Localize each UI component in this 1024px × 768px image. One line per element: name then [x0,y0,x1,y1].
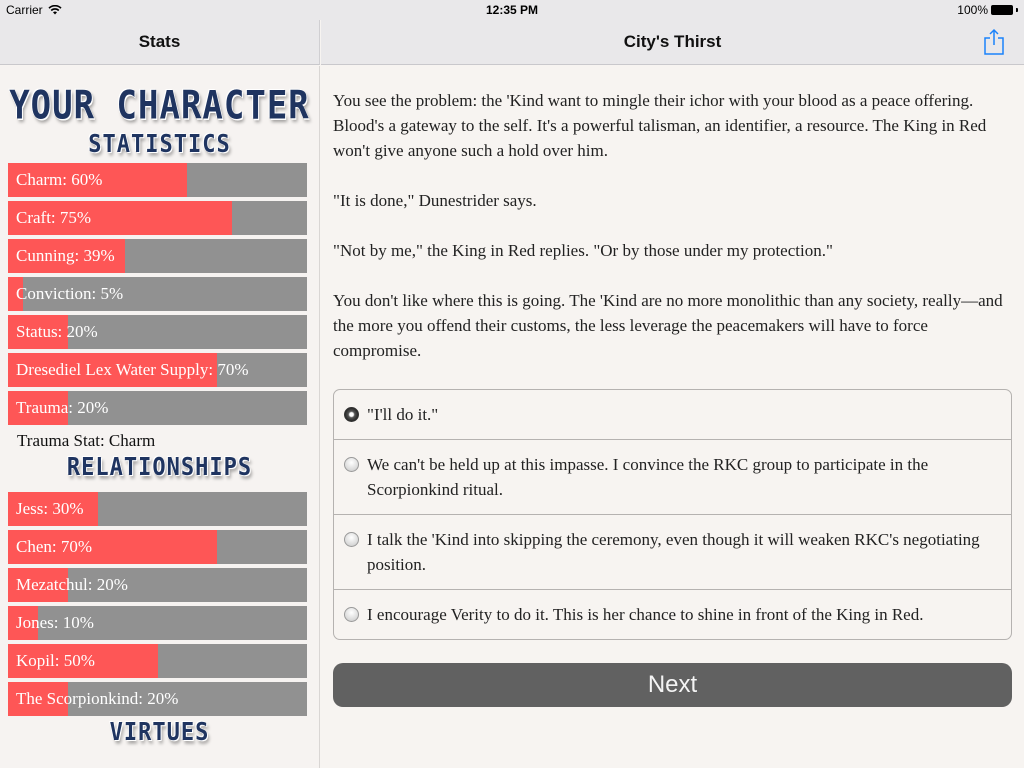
stat-label: Dresediel Lex Water Supply: 70% [16,360,249,379]
story-paragraph: You don't like where this is going. The … [333,291,1003,360]
radio-button[interactable] [344,532,359,547]
relationship-label: The Scorpionkind: 20% [16,689,179,708]
choice-label: We can't be held up at this impasse. I c… [367,455,929,499]
stat-label: Status: 20% [16,322,98,341]
relationship-label: Jess: 30% [16,499,84,518]
stat-label: Charm: 60% [16,170,103,189]
stat-label: Cunning: 39% [16,246,115,265]
character-heading: YOUR CHARACTER [9,83,310,129]
relationship-bar-jess: Jess: 30% [8,492,307,526]
relationship-label: Mezatchul: 20% [16,575,128,594]
story-paragraph: "It is done," Dunestrider says. [333,191,537,210]
relationship-label: Kopil: 50% [16,651,95,670]
next-button[interactable]: Next [333,663,1012,707]
choice-label: I talk the 'Kind into skipping the cerem… [367,530,980,574]
stat-label: Trauma: 20% [16,398,109,417]
story-paragraph: You see the problem: the 'Kind want to m… [333,91,987,160]
relationship-label: Jones: 10% [16,613,94,632]
relationships-list: Jess: 30% Chen: 70% Mezatchul: 20% Jones… [0,492,319,716]
relationship-bar-scorpionkind: The Scorpionkind: 20% [8,682,307,716]
choice-label: "I'll do it." [367,405,439,424]
statistics-heading: STATISTICS [88,130,231,159]
stat-bar-water-supply: Dresediel Lex Water Supply: 70% [8,353,307,387]
battery-tip [1016,8,1018,12]
share-button[interactable] [982,28,1006,56]
choice-option[interactable]: I talk the 'Kind into skipping the cerem… [334,514,1011,589]
choice-option[interactable]: We can't be held up at this impasse. I c… [334,439,1011,514]
stat-bar-cunning: Cunning: 39% [8,239,307,273]
statistics-list: Charm: 60% Craft: 75% Cunning: 39% Convi… [0,163,319,425]
stat-label: Conviction: 5% [16,284,124,303]
battery-percent: 100% [957,3,988,17]
relationships-heading: RELATIONSHIPS [66,453,253,482]
relationship-bar-mezatchul: Mezatchul: 20% [8,568,307,602]
story-nav-bar: City's Thirst [321,20,1024,65]
virtues-heading: VIRTUES [109,718,210,747]
stat-label: Craft: 75% [16,208,92,227]
relationship-label: Chen: 70% [16,537,93,556]
clock: 12:35 PM [485,3,539,17]
relationship-bar-kopil: Kopil: 50% [8,644,307,678]
choice-list: "I'll do it." We can't be held up at thi… [333,389,1012,640]
trauma-stat-text: Trauma Stat: Charm [17,431,156,450]
story-paragraph: "Not by me," the King in Red replies. "O… [333,241,833,260]
relationship-bar-jones: Jones: 10% [8,606,307,640]
stat-bar-status: Status: 20% [8,315,307,349]
radio-button[interactable] [344,407,359,422]
story-content[interactable]: You see the problem: the 'Kind want to m… [321,66,1024,768]
choice-label: I encourage Verity to do it. This is her… [367,605,924,624]
battery-indicator: 100% [957,3,1018,17]
share-icon [984,28,1004,55]
stat-bar-charm: Charm: 60% [8,163,307,197]
stat-bar-conviction: Conviction: 5% [8,277,307,311]
status-bar: Carrier 12:35 PM 100% [0,0,1024,20]
radio-button[interactable] [344,457,359,472]
battery-icon [991,5,1013,15]
stats-title: Stats [138,32,181,51]
choice-option[interactable]: "I'll do it." [334,390,1011,439]
stat-bar-trauma: Trauma: 20% [8,391,307,425]
story-title: City's Thirst [623,32,722,51]
stat-bar-craft: Craft: 75% [8,201,307,235]
relationship-bar-chen: Chen: 70% [8,530,307,564]
radio-button[interactable] [344,607,359,622]
stats-nav-bar: Stats [0,20,320,65]
choice-option[interactable]: I encourage Verity to do it. This is her… [334,589,1011,639]
stats-sidebar[interactable]: YOUR CHARACTER STATISTICS Charm: 60% Cra… [0,66,320,768]
